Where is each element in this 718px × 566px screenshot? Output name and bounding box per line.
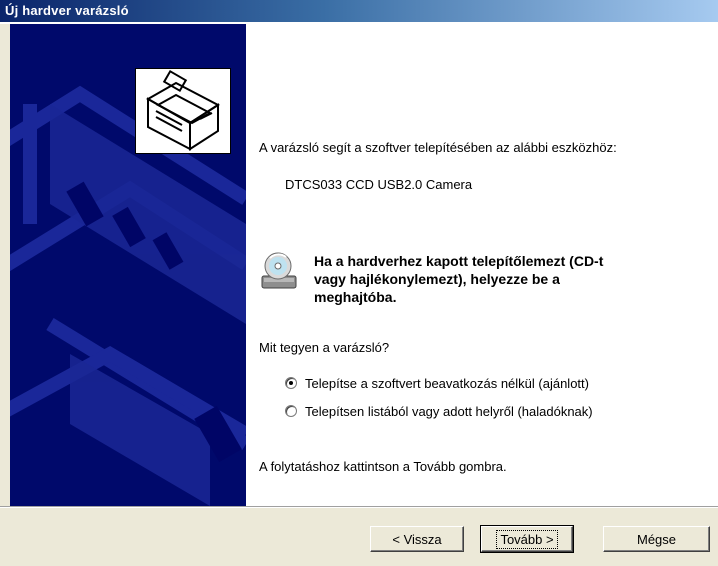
wizard-side-panel — [10, 24, 246, 506]
cd-drive-icon — [260, 250, 300, 292]
button-separator — [0, 506, 718, 508]
cd-instruction-line: Ha a hardverhez kapott telepítőlemezt (C… — [314, 253, 604, 269]
cancel-button[interactable]: Mégse — [603, 526, 710, 552]
cd-instruction: Ha a hardverhez kapott telepítőlemezt (C… — [314, 252, 603, 306]
radio-button-selected[interactable] — [285, 377, 297, 389]
radio-label: Telepítsen listából vagy adott helyről (… — [305, 403, 593, 419]
back-button[interactable]: < Vissza — [370, 526, 464, 552]
radio-install-from-list[interactable]: Telepítsen listából vagy adott helyről (… — [285, 402, 593, 420]
back-button-label: < Vissza — [392, 531, 442, 547]
window-title: Új hardver varázsló — [5, 3, 129, 18]
radio-install-automatic[interactable]: Telepítse a szoftvert beavatkozás nélkül… — [285, 374, 589, 392]
hardware-wizard-icon — [135, 68, 231, 154]
cd-instruction-line: meghajtóba. — [314, 289, 397, 305]
device-name: DTCS033 CCD USB2.0 Camera — [285, 177, 473, 192]
cd-instruction-line: vagy hajlékonylemezt), helyezze be a — [314, 271, 560, 287]
continue-hint: A folytatáshoz kattintson a Tovább gombr… — [259, 459, 507, 474]
intro-text: A varázsló segít a szoftver telepítésébe… — [259, 140, 617, 155]
cancel-button-label: Mégse — [636, 531, 677, 547]
question-text: Mit tegyen a varázsló? — [259, 340, 390, 355]
wizard-window: Új hardver varázsló A varázsló segít a s… — [0, 0, 718, 566]
radio-label: Telepítse a szoftvert beavatkozás nélkül… — [305, 375, 589, 391]
radio-button[interactable] — [285, 405, 297, 417]
next-button[interactable]: Tovább > — [480, 525, 574, 553]
next-button-label: Tovább > — [496, 529, 558, 549]
title-bar[interactable]: Új hardver varázsló — [0, 0, 718, 24]
